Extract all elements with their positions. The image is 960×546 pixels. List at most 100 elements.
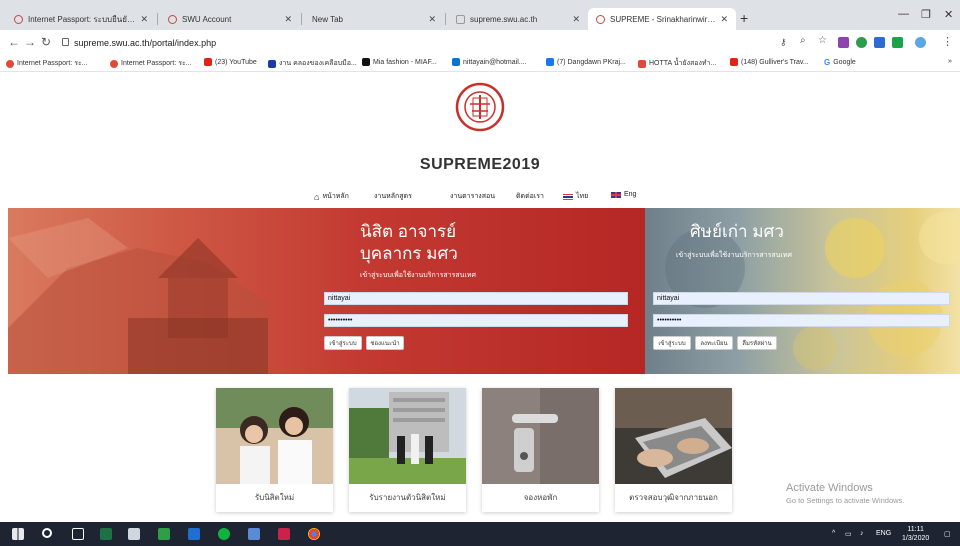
profile-avatar-icon[interactable]: [915, 37, 926, 48]
bookmark-label: (148) Gulliver's Trav...: [741, 58, 809, 66]
bookmark-item[interactable]: Mia fashion - MIAF...: [362, 58, 437, 66]
alumni-login-button[interactable]: เข้าสู่ระบบ: [653, 336, 691, 350]
clock[interactable]: 11:11 1/3/2020: [902, 525, 929, 543]
bookmark-label: งาน คลองของเคลือบมือ...: [279, 60, 357, 67]
close-tab-icon[interactable]: ✕: [572, 14, 580, 25]
card-new-student-report[interactable]: รับรายงานตัวนิสิตใหม่: [349, 388, 466, 512]
network-icon[interactable]: ▭: [845, 530, 852, 538]
menu-home[interactable]: ⌂ หน้าหลัก: [314, 191, 349, 202]
watermark-line2: Go to Settings to activate Windows.: [786, 496, 905, 505]
line-icon[interactable]: [218, 528, 230, 540]
extension-icon[interactable]: [856, 37, 867, 48]
bookmark-item[interactable]: (23) YouTube: [204, 58, 257, 66]
zoom-icon[interactable]: ⌕: [800, 35, 806, 46]
site-favicon-icon: [596, 14, 605, 24]
bookmark-item[interactable]: Internet Passport: ระ...: [110, 58, 192, 69]
username-field[interactable]: nittayai: [324, 292, 628, 305]
bookmark-star-icon[interactable]: ☆: [818, 35, 827, 46]
bookmark-item[interactable]: G Google: [824, 58, 856, 67]
extension-icon[interactable]: [892, 37, 903, 48]
tab-new-tab[interactable]: New Tab ✕: [304, 8, 444, 30]
close-window-icon[interactable]: ✕: [944, 8, 953, 21]
tab-title: SWU Account: [182, 14, 232, 24]
menu-lang-thai[interactable]: ไทย: [563, 191, 588, 202]
close-tab-icon[interactable]: ✕: [140, 14, 148, 25]
tab-swu-account[interactable]: SWU Account ✕: [160, 8, 300, 30]
menu-label: ไทย: [576, 193, 589, 200]
app-icon[interactable]: [248, 528, 260, 540]
site-favicon-icon: [14, 14, 23, 24]
tray-chevron-icon[interactable]: ^: [832, 530, 835, 537]
menu-lang-eng[interactable]: Eng: [611, 191, 636, 198]
extension-icon[interactable]: [838, 37, 849, 48]
bookmark-item[interactable]: Internet Passport: ระ...: [6, 58, 88, 69]
url-field[interactable]: supreme.swu.ac.th/portal/index.php: [74, 38, 216, 48]
menu-timetable[interactable]: งานตารางสอน: [450, 191, 495, 202]
excel-icon[interactable]: [100, 528, 112, 540]
watermark-line1: Activate Windows: [786, 482, 873, 494]
search-icon[interactable]: [42, 528, 52, 538]
university-seal-logo: [455, 80, 505, 135]
card-new-students[interactable]: รับนิสิตใหม่: [216, 388, 333, 512]
alumni-forgot-password-button[interactable]: ลืมรหัสผ่าน: [737, 336, 777, 350]
card-label: ตรวจสอบวุฒิจากภายนอก: [629, 493, 718, 502]
new-tab-button[interactable]: +: [740, 10, 748, 26]
more-bookmarks-icon[interactable]: »: [948, 58, 952, 65]
tab-internet-passport[interactable]: Internet Passport: ระบบยืนยันตัวตน ✕: [6, 8, 156, 30]
youtube-icon: [730, 58, 738, 66]
restore-icon[interactable]: ❐: [921, 8, 931, 21]
menu-curriculum[interactable]: งานหลักสูตร: [374, 191, 412, 202]
menu-label: หน้าหลัก: [322, 193, 349, 200]
tab-supreme-domain[interactable]: supreme.swu.ac.th ✕: [448, 8, 588, 30]
campus-students-image: [349, 388, 466, 484]
bookmark-label: (23) YouTube: [215, 58, 257, 66]
notification-icon[interactable]: ▢: [944, 530, 951, 538]
app-icon[interactable]: [188, 528, 200, 540]
close-tab-icon[interactable]: ✕: [428, 14, 436, 25]
menu-label: งานตารางสอน: [450, 193, 495, 200]
volume-icon[interactable]: ♪: [860, 530, 864, 537]
windows-taskbar: ^ ▭ ♪ ENG 11:11 1/3/2020 ▢: [0, 522, 960, 546]
password-field[interactable]: ••••••••••: [324, 314, 628, 327]
thai-flag-icon: [563, 193, 573, 200]
minimize-icon[interactable]: —: [898, 8, 909, 20]
card-dormitory-booking[interactable]: จองหอพัก: [482, 388, 599, 512]
card-external-qualification-check[interactable]: ตรวจสอบวุฒิจากภายนอก: [615, 388, 732, 512]
uk-flag-icon: [611, 191, 621, 198]
chrome-icon[interactable]: [308, 528, 320, 540]
extension-icon[interactable]: [874, 37, 885, 48]
windows-start-icon[interactable]: [12, 528, 24, 540]
tab-supreme-active[interactable]: SUPREME - Srinakharinwirot Univ ✕: [588, 8, 736, 30]
more-menu-icon[interactable]: ⋮: [942, 35, 953, 48]
bookmark-favicon-icon: [268, 59, 276, 68]
login-button[interactable]: เข้าสู่ระบบ: [324, 336, 362, 350]
activate-windows-watermark: Activate Windows Go to Settings to activ…: [786, 482, 904, 505]
close-tab-icon[interactable]: ✕: [720, 14, 728, 25]
bookmark-item[interactable]: งาน คลองของเคลือบมือ...: [268, 58, 357, 69]
bookmark-label: Internet Passport: ระ...: [17, 60, 88, 67]
menu-contact[interactable]: ติดต่อเรา: [516, 191, 544, 202]
forward-icon[interactable]: →: [24, 35, 36, 49]
card-label: รับนิสิตใหม่: [254, 493, 295, 502]
bookmark-item[interactable]: nittayain@hotmail....: [452, 58, 527, 66]
close-tab-icon[interactable]: ✕: [284, 14, 292, 25]
key-icon[interactable]: ⚷: [780, 37, 787, 48]
bookmark-label: (7) Dangdawn PKraj...: [557, 58, 626, 66]
alumni-register-button[interactable]: ลงทะเบียน: [695, 336, 733, 350]
language-indicator[interactable]: ENG: [876, 530, 891, 537]
bookmark-item[interactable]: (148) Gulliver's Trav...: [730, 58, 809, 66]
app-icon[interactable]: [158, 528, 170, 540]
back-icon[interactable]: ←: [8, 35, 20, 49]
laptop-typing-image: [615, 388, 732, 484]
paint-icon[interactable]: [128, 528, 140, 540]
guide-button[interactable]: ช่องแนะนำ: [366, 336, 404, 350]
reload-icon[interactable]: ↻: [41, 35, 51, 49]
alumni-username-field[interactable]: nittayai: [653, 292, 950, 305]
bookmark-item[interactable]: (7) Dangdawn PKraj...: [546, 58, 626, 66]
clock-time: 11:11: [907, 526, 924, 533]
task-view-icon[interactable]: [72, 528, 84, 540]
app-icon[interactable]: [278, 528, 290, 540]
clock-date: 1/3/2020: [902, 535, 930, 542]
alumni-password-field[interactable]: ••••••••••: [653, 314, 950, 327]
bookmark-item[interactable]: HOTTA น้ำยังสองทำ...: [638, 58, 716, 69]
